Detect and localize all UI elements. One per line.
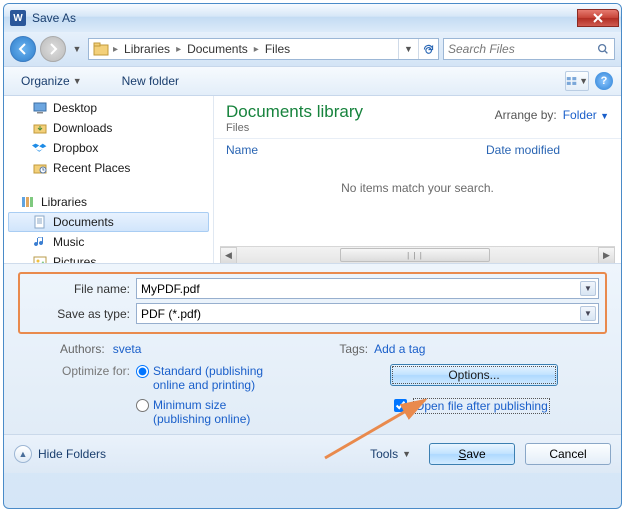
navigation-row: ▼ ▸ Libraries ▸ Documents ▸ Files ▼ Sear… [4, 32, 621, 66]
titlebar: W Save As [4, 4, 621, 32]
downloads-icon [32, 120, 48, 136]
hide-folders-button[interactable]: ▲ Hide Folders [14, 445, 106, 463]
toolbar: Organize ▼ New folder ▼ ? [4, 66, 621, 96]
nav-history-drop[interactable]: ▼ [70, 36, 84, 62]
horizontal-scrollbar[interactable]: ◀ | | | ▶ [220, 246, 615, 263]
recent-icon [32, 160, 48, 176]
explorer-body: Desktop Downloads Dropbox Recent Places … [4, 96, 621, 263]
arrange-by-label: Arrange by: [495, 108, 557, 122]
optimize-standard-radio[interactable]: Standard (publishingonline and printing) [136, 364, 263, 392]
sidebar-item-documents[interactable]: Documents [8, 212, 209, 232]
open-after-checkbox[interactable]: Open file after publishing [390, 396, 549, 415]
window-title: Save As [32, 11, 76, 25]
authors-label: Authors: [60, 342, 105, 356]
search-icon [596, 42, 610, 56]
documents-icon [32, 214, 48, 230]
desktop-icon [32, 100, 48, 116]
filetype-select[interactable]: PDF (*.pdf) ▼ [136, 303, 599, 324]
optimize-minimum-radio[interactable]: Minimum size(publishing online) [136, 398, 263, 426]
close-icon [590, 10, 606, 26]
word-app-icon: W [10, 10, 26, 26]
col-name[interactable]: Name [226, 143, 486, 157]
content-header: Documents library Files Arrange by: Fold… [214, 96, 621, 139]
tools-menu[interactable]: Tools ▼ [370, 447, 411, 461]
save-as-dialog: W Save As ▼ ▸ Libraries ▸ Documents ▸ Fi… [3, 3, 622, 509]
filename-input[interactable]: MyPDF.pdf ▼ [136, 278, 599, 299]
arrange-by-value[interactable]: Folder ▼ [563, 108, 609, 122]
optimize-label: Optimize for: [50, 364, 130, 378]
library-heading: Documents library [226, 102, 363, 122]
close-button[interactable] [577, 9, 619, 27]
arrow-left-icon [15, 41, 31, 57]
sidebar-item-pictures[interactable]: Pictures [4, 252, 213, 263]
scroll-thumb[interactable]: | | | [340, 248, 490, 262]
dropbox-icon [32, 140, 48, 156]
address-bar[interactable]: ▸ Libraries ▸ Documents ▸ Files ▼ [88, 38, 439, 60]
options-button[interactable]: Options... [390, 364, 558, 386]
scroll-right-button[interactable]: ▶ [598, 247, 615, 264]
arrow-right-icon [45, 41, 61, 57]
col-date[interactable]: Date modified [486, 143, 560, 157]
sidebar-item-music[interactable]: Music [4, 232, 213, 252]
pictures-icon [32, 254, 48, 263]
chevron-up-icon: ▲ [14, 445, 32, 463]
forward-button[interactable] [40, 36, 66, 62]
open-after-input[interactable] [394, 399, 407, 412]
search-placeholder: Search Files [448, 42, 515, 56]
libraries-icon [20, 194, 36, 210]
library-subheading: Files [226, 122, 363, 134]
search-input[interactable]: Search Files [443, 38, 615, 60]
radio-standard[interactable] [136, 365, 149, 378]
refresh-icon [422, 43, 435, 56]
radio-minimum[interactable] [136, 399, 149, 412]
filetype-drop[interactable]: ▼ [580, 306, 596, 321]
back-button[interactable] [10, 36, 36, 62]
organize-button[interactable]: Organize ▼ [12, 71, 91, 91]
music-icon [32, 234, 48, 250]
breadcrumb-seg[interactable]: Documents [182, 42, 253, 56]
save-button[interactable]: Save [429, 443, 515, 465]
dialog-footer: ▲ Hide Folders Tools ▼ Save Cancel [4, 434, 621, 473]
column-headers[interactable]: Name Date modified [214, 139, 621, 161]
tags-value[interactable]: Add a tag [374, 342, 425, 356]
library-icon [92, 40, 110, 58]
view-icon [566, 75, 577, 87]
sidebar-libraries[interactable]: Libraries [4, 192, 213, 212]
sidebar-item-recent[interactable]: Recent Places [4, 158, 213, 178]
cancel-button[interactable]: Cancel [525, 443, 611, 465]
sidebar-item-desktop[interactable]: Desktop [4, 98, 213, 118]
file-fields-highlight: File name: MyPDF.pdf ▼ Save as type: PDF… [18, 272, 607, 334]
refresh-button[interactable] [418, 39, 438, 59]
save-form: File name: MyPDF.pdf ▼ Save as type: PDF… [4, 263, 621, 434]
tags-label: Tags: [339, 342, 368, 356]
filetype-label: Save as type: [26, 307, 136, 321]
sidebar-item-dropbox[interactable]: Dropbox [4, 138, 213, 158]
authors-value[interactable]: sveta [113, 342, 142, 356]
help-button[interactable]: ? [595, 72, 613, 90]
breadcrumb-seg[interactable]: Libraries [119, 42, 175, 56]
new-folder-button[interactable]: New folder [113, 71, 188, 91]
sidebar: Desktop Downloads Dropbox Recent Places … [4, 96, 214, 263]
filename-drop[interactable]: ▼ [580, 281, 596, 296]
scroll-left-button[interactable]: ◀ [220, 247, 237, 264]
sidebar-item-downloads[interactable]: Downloads [4, 118, 213, 138]
empty-message: No items match your search. [214, 161, 621, 246]
content-pane: Documents library Files Arrange by: Fold… [214, 96, 621, 263]
filename-label: File name: [26, 282, 136, 296]
view-mode-button[interactable]: ▼ [565, 71, 589, 91]
breadcrumb-seg[interactable]: Files [260, 42, 295, 56]
address-drop[interactable]: ▼ [398, 39, 418, 59]
